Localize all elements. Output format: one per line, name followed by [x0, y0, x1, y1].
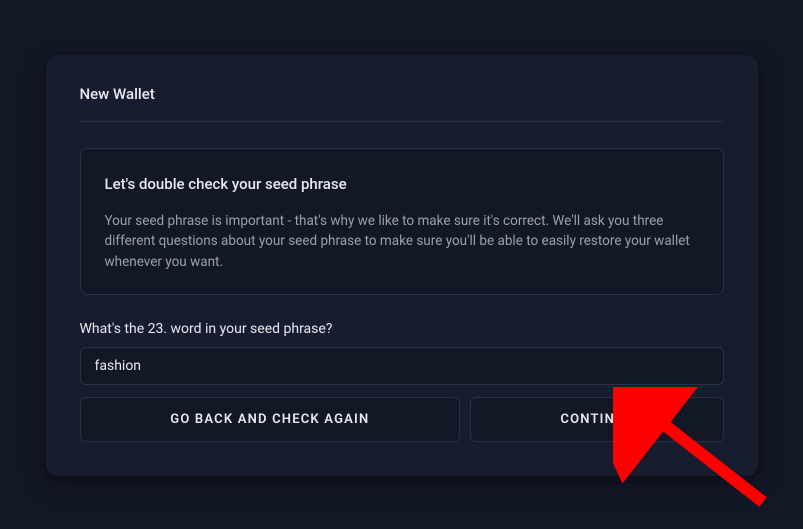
seed-word-input[interactable] [80, 347, 724, 385]
info-heading: Let's double check your seed phrase [105, 175, 699, 193]
go-back-button[interactable]: GO BACK AND CHECK AGAIN [80, 397, 461, 442]
continue-button[interactable]: CONTINUE [470, 397, 723, 442]
new-wallet-card: New Wallet Let's double check your seed … [46, 55, 758, 476]
button-row: GO BACK AND CHECK AGAIN CONTINUE [80, 397, 724, 442]
card-title: New Wallet [80, 85, 724, 103]
divider [80, 121, 724, 122]
question-label: What's the 23. word in your seed phrase? [80, 321, 724, 337]
seed-phrase-info-box: Let's double check your seed phrase Your… [80, 148, 724, 295]
info-text: Your seed phrase is important - that's w… [105, 211, 699, 272]
